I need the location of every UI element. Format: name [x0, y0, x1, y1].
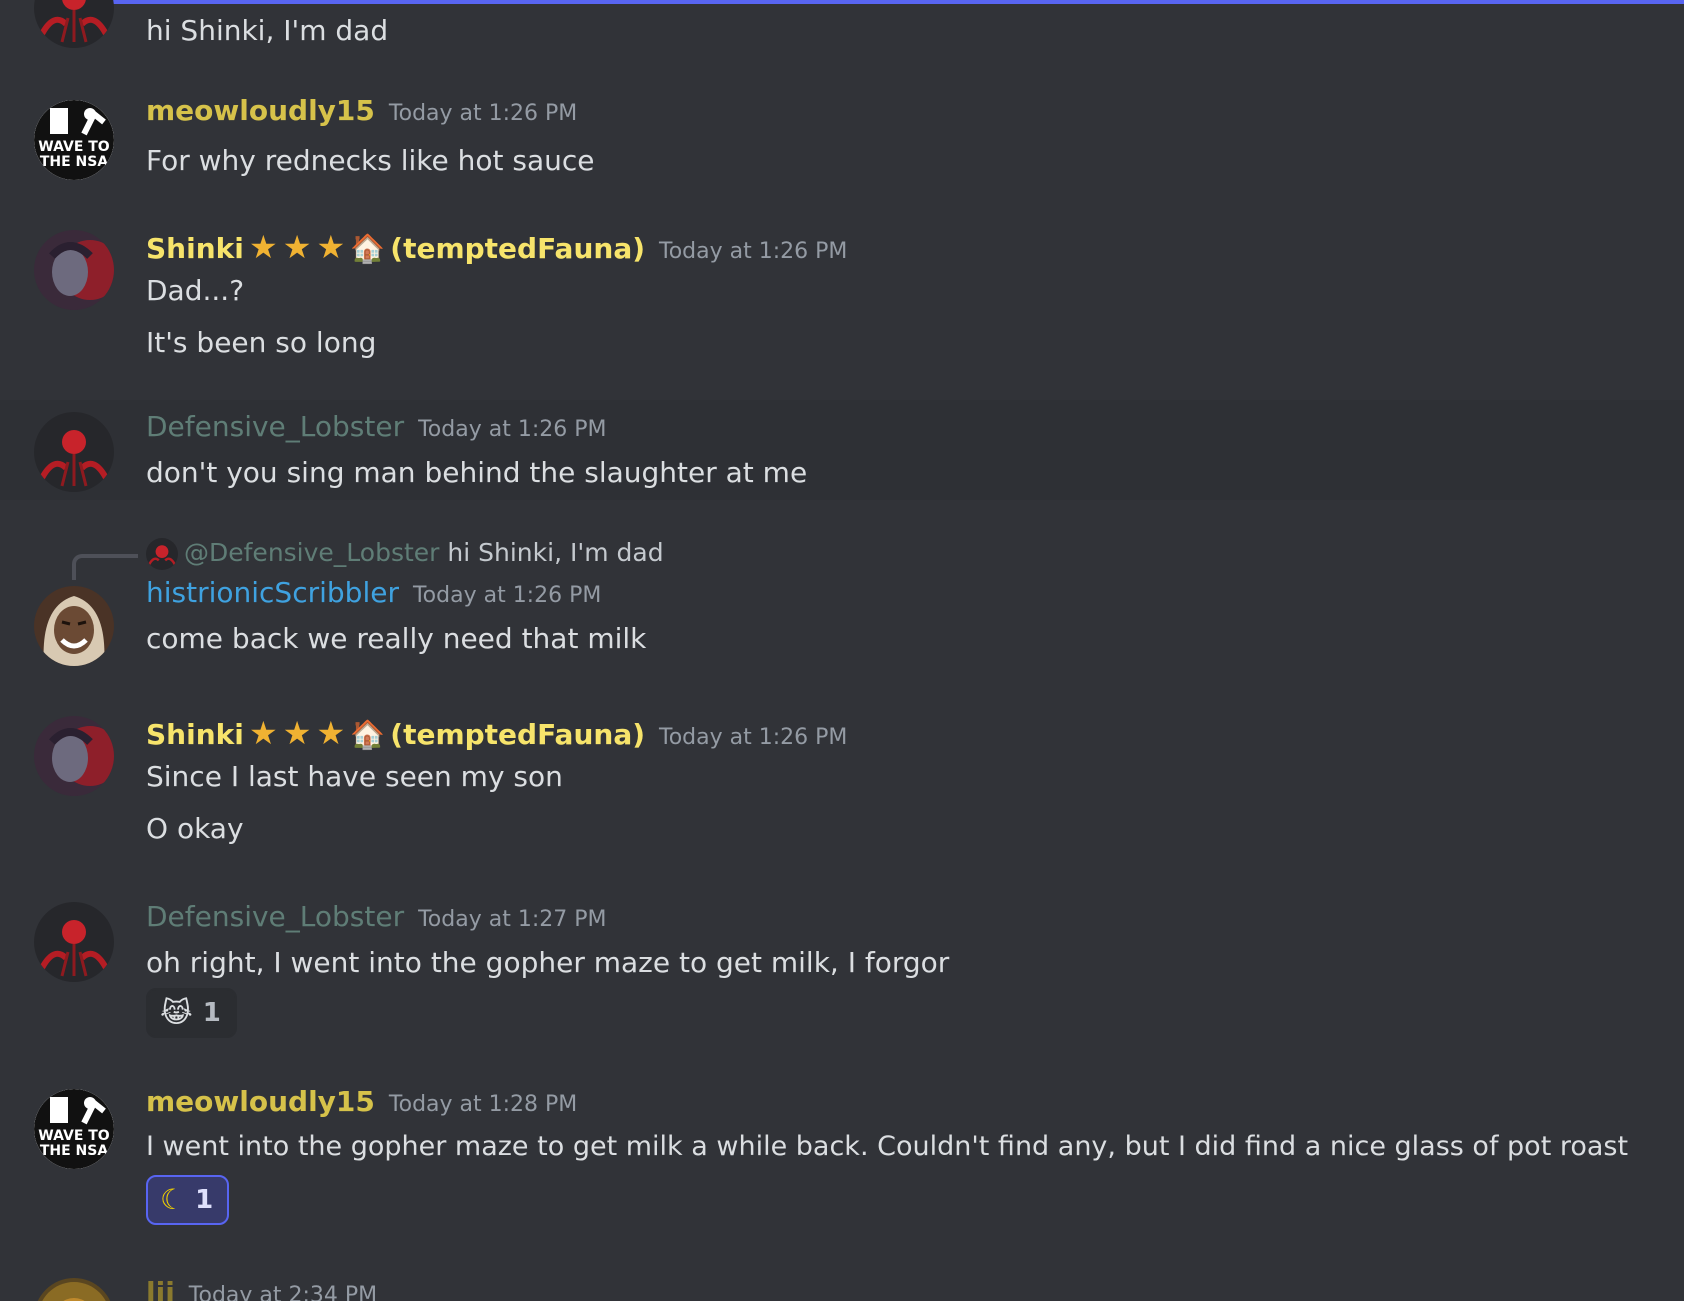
shinki-avatar[interactable] — [34, 230, 114, 310]
reaction-count: 1 — [195, 1185, 214, 1215]
svg-text:WAVE TO: WAVE TO — [38, 1128, 110, 1144]
wave-to-the-nsa-avatar[interactable]: WAVE TO THE NSA — [34, 100, 114, 180]
message-text: oh right, I went into the gopher maze to… — [146, 946, 950, 979]
message-text: For why rednecks like hot sauce — [146, 144, 595, 177]
message-text: Dad...? — [146, 274, 245, 307]
timestamp: Today at 1:26 PM — [412, 583, 602, 608]
timestamp: Today at 1:26 PM — [388, 101, 578, 126]
message: Shinki ★ ★ ★ 🏠 (temptedFauna) Today at 1:… — [0, 218, 1684, 378]
message-text: hi Shinki, I'm dad — [146, 14, 389, 47]
timestamp: Today at 1:28 PM — [388, 1092, 578, 1117]
wave-to-the-nsa-avatar[interactable]: WAVE TO THE NSA — [34, 1089, 114, 1169]
reaction-button[interactable]: ☾ 1 — [146, 1175, 230, 1225]
message: WAVE TO THE NSA meowloudly15 Today at 1:28… — [0, 1075, 1684, 1235]
username[interactable]: meowloudly15 — [146, 1085, 375, 1118]
moon-icon: ☾ — [160, 1183, 186, 1216]
timestamp: Today at 1:26 PM — [418, 417, 607, 442]
star-badge-icon: ★ — [248, 714, 278, 752]
svg-text:THE NSA: THE NSA — [40, 154, 109, 170]
lobster-avatar[interactable] — [34, 902, 114, 982]
reply-text: hi Shinki, I'm dad — [447, 538, 664, 567]
message-text: Since I last have seen my son — [146, 760, 563, 793]
username[interactable]: Defensive_Lobster — [146, 410, 404, 443]
star-badge-icon: ★ — [316, 228, 346, 266]
star-badge-icon: ★ — [282, 228, 312, 266]
message-text: O okay — [146, 812, 244, 845]
message-partial-top: hi Shinki, I'm dad — [0, 0, 1684, 60]
message: WAVE TO THE NSA meowloudly15 Today at 1:26… — [0, 88, 1684, 188]
lobster-avatar[interactable] — [34, 0, 114, 48]
message: Defensive_Lobster Today at 1:26 PM don't … — [0, 400, 1684, 500]
message: Shinki ★ ★ ★ 🏠 (temptedFauna) Today at 1:… — [0, 704, 1684, 864]
star-badge-icon: ★ — [248, 228, 278, 266]
message-text: don't you sing man behind the slaughter … — [146, 456, 808, 489]
username[interactable]: Defensive_Lobster — [146, 900, 404, 933]
timestamp: Today at 1:26 PM — [659, 239, 848, 264]
svg-text:WAVE TO: WAVE TO — [38, 139, 110, 155]
username[interactable]: Shinki — [146, 232, 244, 265]
message-partial-bottom: lii Today at 2:34 PM — [0, 1270, 1684, 1301]
scribbler-avatar[interactable] — [34, 586, 114, 666]
username-suffix[interactable]: (temptedFauna) — [390, 232, 645, 265]
lobster-mini-avatar — [146, 538, 178, 570]
reply-preview[interactable]: @Defensive_Lobster hi Shinki, I'm dad — [146, 538, 664, 570]
username[interactable]: meowloudly15 — [146, 94, 375, 127]
svg-text:THE NSA: THE NSA — [40, 1143, 109, 1159]
reaction-button[interactable]: 😹 1 — [146, 988, 237, 1038]
star-badge-icon: ★ — [282, 714, 312, 752]
laughing-cat-icon: 😹 — [160, 996, 193, 1029]
timestamp: Today at 2:34 PM — [188, 1283, 378, 1301]
reaction-count: 1 — [202, 998, 221, 1028]
timestamp: Today at 1:26 PM — [659, 725, 848, 750]
message: Defensive_Lobster Today at 1:27 PM oh rig… — [0, 890, 1684, 1050]
house-icon: 🏠 — [350, 232, 386, 265]
username[interactable]: lii — [146, 1276, 175, 1301]
star-badge-icon: ★ — [316, 714, 346, 752]
username[interactable]: Shinki — [146, 718, 244, 751]
house-icon: 🏠 — [350, 718, 386, 751]
username-suffix[interactable]: (temptedFauna) — [390, 718, 645, 751]
message-text: I went into the gopher maze to get milk … — [146, 1131, 1629, 1162]
lii-avatar[interactable] — [34, 1278, 114, 1301]
message-text: It's been so long — [146, 326, 377, 359]
shinki-avatar[interactable] — [34, 716, 114, 796]
lobster-avatar[interactable] — [34, 412, 114, 492]
message: @Defensive_Lobster hi Shinki, I'm dad hi… — [0, 536, 1684, 676]
message-text: come back we really need that milk — [146, 622, 647, 655]
username[interactable]: histrionicScribbler — [146, 576, 399, 609]
reply-mention[interactable]: @Defensive_Lobster — [184, 538, 439, 567]
timestamp: Today at 1:27 PM — [418, 907, 607, 932]
reply-spine — [72, 554, 138, 580]
